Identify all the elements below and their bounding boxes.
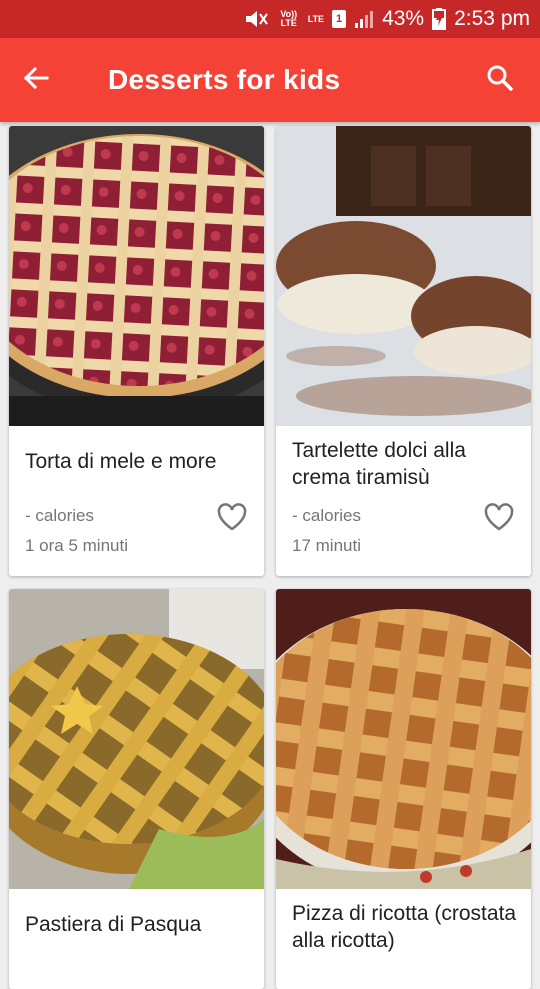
- sim-badge: 1: [332, 10, 347, 28]
- arrow-back-icon: [23, 66, 49, 95]
- recipe-card[interactable]: Pizza di ricotta (crostata alla ricotta): [276, 589, 531, 989]
- battery-charging-icon: [432, 8, 447, 30]
- recipe-title: Tartelette dolci alla crema tiramisù: [292, 439, 466, 489]
- recipe-time: 17 minuti: [292, 536, 361, 555]
- heart-outline-icon: [484, 502, 514, 536]
- recipe-image-ricotta-crostata: [276, 589, 531, 889]
- clock: 2:53 pm: [454, 7, 530, 30]
- recipe-image-pastiera-pie: [9, 589, 264, 889]
- lte-label: LTE: [307, 14, 325, 24]
- recipe-image-lattice-berry-pie: [9, 126, 264, 426]
- favorite-button[interactable]: [215, 502, 249, 536]
- recipe-image-chocolate-tartlets: [276, 126, 531, 426]
- favorite-button[interactable]: [482, 502, 516, 536]
- back-button[interactable]: [14, 58, 58, 102]
- recipe-title: Pizza di ricotta (crostata alla ricotta): [292, 902, 517, 952]
- recipe-card[interactable]: Pastiera di Pasqua: [9, 589, 264, 989]
- battery-percent: 43%: [382, 7, 425, 30]
- recipe-title: Pastiera di Pasqua: [25, 913, 202, 936]
- heart-outline-icon: [217, 502, 247, 536]
- mute-icon: [244, 8, 270, 30]
- recipe-calories: - calories: [292, 506, 361, 525]
- recipe-title: Torta di mele e more: [25, 450, 217, 473]
- recipe-card[interactable]: Tartelette dolci alla crema tiramisù - c…: [276, 126, 531, 576]
- app-bar: Desserts for kids: [0, 38, 540, 122]
- recipe-calories: - calories: [25, 506, 94, 525]
- search-button[interactable]: [478, 58, 522, 102]
- signal-icon: [354, 9, 374, 29]
- status-bar: Vo)) LTE LTE 1 43% 2:53 pm: [0, 0, 540, 38]
- search-icon: [486, 64, 514, 97]
- recipe-card[interactable]: Torta di mele e more - calories 1 ora 5 …: [9, 126, 264, 576]
- page-title: Desserts for kids: [108, 64, 341, 95]
- recipe-time: 1 ora 5 minuti: [25, 536, 128, 555]
- volte-label: Vo)) LTE: [280, 9, 298, 28]
